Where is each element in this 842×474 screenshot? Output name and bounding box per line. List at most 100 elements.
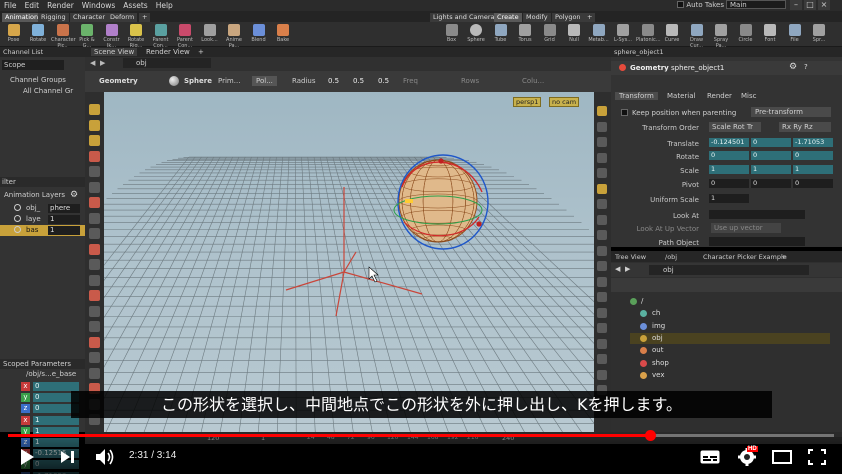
layer-value[interactable]: 1 bbox=[48, 215, 80, 224]
shelf-tab-deform[interactable]: Deform bbox=[107, 13, 138, 22]
pivot-field[interactable]: 0 bbox=[751, 179, 791, 188]
pre-transform-button[interactable]: Pre-transform bbox=[751, 107, 831, 117]
tab-add-pane[interactable]: + bbox=[781, 252, 786, 262]
scale-field[interactable]: 1 bbox=[793, 165, 833, 174]
channel-list-tab[interactable]: Channel List bbox=[0, 47, 85, 57]
shelf-tool[interactable]: Metab... bbox=[587, 23, 610, 46]
viewport-tool-icon[interactable] bbox=[89, 305, 100, 317]
viewport-tool-icon[interactable] bbox=[89, 181, 100, 193]
shelf-tool[interactable]: Bake bbox=[272, 23, 295, 46]
shelf-tool[interactable]: Null bbox=[563, 23, 586, 46]
path-field[interactable]: obj bbox=[123, 58, 211, 68]
scope-select[interactable]: Scope bbox=[2, 60, 64, 70]
look-at-up-select[interactable]: Use up vector bbox=[711, 223, 781, 233]
display-option-icon[interactable] bbox=[597, 369, 607, 380]
rotate-field[interactable]: 0 bbox=[751, 151, 791, 160]
scene-viewport[interactable]: persp1 no cam bbox=[104, 92, 594, 432]
tree-node-shop[interactable]: shop bbox=[630, 358, 830, 369]
viewport-tool-icon[interactable] bbox=[89, 212, 100, 224]
layer-mute-icon[interactable] bbox=[14, 204, 21, 211]
display-option-icon[interactable] bbox=[597, 183, 607, 194]
shelf-tab-polygon[interactable]: Polygon bbox=[552, 13, 584, 22]
layer-value[interactable]: phere bbox=[48, 204, 80, 213]
menu-help[interactable]: Help bbox=[152, 0, 177, 10]
shelf-tool[interactable]: Rotate Rig... bbox=[125, 23, 148, 49]
display-option-icon[interactable] bbox=[597, 276, 607, 287]
minimize-icon[interactable]: – bbox=[790, 0, 802, 10]
display-option-icon[interactable] bbox=[597, 199, 607, 209]
forward-icon[interactable]: ▶ bbox=[625, 265, 630, 273]
display-option-icon[interactable] bbox=[597, 121, 607, 132]
viewport-tool-icon[interactable] bbox=[89, 104, 100, 115]
shelf-tool[interactable]: Curve bbox=[661, 23, 684, 46]
viewport-tool-icon[interactable] bbox=[89, 259, 100, 270]
forward-icon[interactable]: ▶ bbox=[100, 59, 105, 67]
tab-render-view[interactable]: Render View bbox=[143, 48, 193, 56]
display-option-icon[interactable] bbox=[597, 106, 607, 116]
shelf-tool[interactable]: Parent Con... bbox=[174, 23, 197, 49]
shelf-tool[interactable]: Pick & G... bbox=[76, 23, 99, 49]
tree-node-out[interactable]: out bbox=[630, 345, 830, 356]
menu-file[interactable]: File bbox=[0, 0, 21, 10]
shelf-tool[interactable]: Spray Pa... bbox=[710, 23, 733, 49]
translate-field[interactable]: 0 bbox=[751, 138, 791, 147]
close-icon[interactable]: × bbox=[818, 0, 830, 10]
viewport-tool-icon[interactable] bbox=[89, 321, 100, 332]
play-icon[interactable] bbox=[19, 448, 35, 466]
viewport-tool-icon[interactable] bbox=[89, 197, 100, 208]
volume-icon[interactable] bbox=[95, 448, 115, 466]
tree-node-img[interactable]: img bbox=[630, 321, 830, 332]
viewport-tool-icon[interactable] bbox=[89, 135, 100, 146]
tab-character-picker[interactable]: Character Picker Example bbox=[703, 252, 787, 262]
pivot-field[interactable]: 0 bbox=[793, 179, 833, 188]
tab-add[interactable]: + bbox=[195, 48, 207, 56]
display-option-icon[interactable] bbox=[597, 152, 607, 163]
shelf-tool[interactable]: Box bbox=[440, 23, 463, 46]
shelf-tool[interactable]: Constr Ik... bbox=[100, 23, 123, 49]
path-object-field[interactable] bbox=[709, 237, 805, 246]
back-icon[interactable]: ◀ bbox=[90, 59, 95, 67]
subtab-transform[interactable]: Transform bbox=[615, 92, 658, 100]
pivot-field[interactable]: 0 bbox=[709, 179, 749, 188]
radius-z[interactable]: 0.5 bbox=[378, 77, 389, 85]
display-option-icon[interactable] bbox=[597, 245, 607, 256]
shelf-tab-create[interactable]: Create bbox=[494, 13, 522, 22]
shelf-tool[interactable]: Spr... bbox=[808, 23, 831, 46]
gear-icon[interactable]: ⚙ bbox=[789, 62, 797, 72]
subtitles-icon[interactable] bbox=[700, 450, 720, 464]
radius-y[interactable]: 0.5 bbox=[353, 77, 364, 85]
display-option-icon[interactable] bbox=[597, 338, 607, 349]
shelf-tool[interactable]: Draw Cur... bbox=[685, 23, 708, 49]
display-option-icon[interactable] bbox=[597, 323, 607, 333]
transform-order-select[interactable]: Scale Rot Tr bbox=[709, 122, 761, 132]
shelf-tab-modify[interactable]: Modify bbox=[523, 13, 551, 22]
subtab-render[interactable]: Render bbox=[703, 92, 736, 100]
rotate-order-select[interactable]: Rx Ry Rz bbox=[779, 122, 831, 132]
tab-sphere-object[interactable]: sphere_object1 bbox=[611, 47, 842, 57]
viewport-tool-icon[interactable] bbox=[89, 166, 100, 177]
shelf-tab-add[interactable]: + bbox=[139, 13, 151, 22]
viewport-tool-icon[interactable] bbox=[89, 290, 100, 301]
layer-mute-icon[interactable] bbox=[14, 226, 21, 233]
shelf-tool[interactable]: Blend bbox=[247, 23, 270, 46]
rotate-field[interactable]: 0 bbox=[709, 151, 749, 160]
animation-layer-row[interactable]: obj_ phere bbox=[0, 203, 85, 214]
radius-x[interactable]: 0.5 bbox=[328, 77, 339, 85]
desktop-select[interactable]: Main bbox=[726, 0, 786, 9]
shelf-tool[interactable]: Look... bbox=[198, 23, 221, 46]
tab-obj[interactable]: /obj bbox=[665, 252, 677, 262]
layer-mute-icon[interactable] bbox=[14, 215, 21, 222]
display-option-icon[interactable] bbox=[597, 292, 607, 302]
viewport-tool-icon[interactable] bbox=[89, 119, 100, 131]
shelf-tool[interactable]: Tube bbox=[489, 23, 512, 46]
tree-node-obj[interactable]: obj bbox=[630, 332, 830, 344]
uniform-scale-field[interactable]: 1 bbox=[709, 194, 749, 203]
menu-edit[interactable]: Edit bbox=[21, 0, 44, 10]
tree-node-root[interactable]: / bbox=[630, 296, 830, 307]
display-option-icon[interactable] bbox=[597, 168, 607, 178]
subtab-material[interactable]: Material bbox=[663, 92, 699, 100]
sphere-object[interactable] bbox=[393, 154, 489, 250]
viewport-tool-icon[interactable] bbox=[89, 352, 100, 363]
shelf-tool[interactable]: File bbox=[783, 23, 806, 46]
param-value[interactable]: 0 bbox=[33, 382, 79, 391]
